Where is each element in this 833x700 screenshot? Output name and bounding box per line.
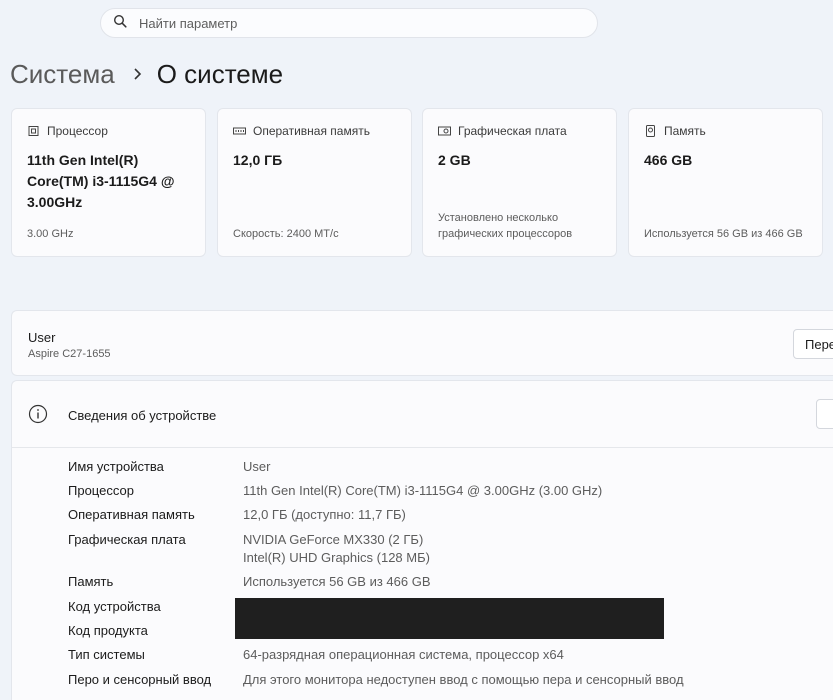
card-footer: Скорость: 2400 МТ/с: [233, 228, 339, 240]
spec-value: 12,0 ГБ (доступно: 11,7 ГБ): [243, 507, 406, 522]
spec-label: Код устройства: [68, 599, 161, 614]
spec-value: Используется 56 GB из 466 GB: [243, 574, 431, 589]
storage-icon: [644, 125, 657, 137]
card-title: Память: [664, 124, 706, 138]
card-value: 466 GB: [644, 152, 693, 168]
rename-button[interactable]: Переименовать: [793, 329, 833, 359]
spec-value: Intel(R) UHD Graphics (128 МБ): [243, 550, 430, 565]
processor-card: Процессор 11th Gen Intel(R) Core(TM) i3-…: [11, 108, 206, 257]
search-input[interactable]: Найти параметр: [100, 8, 598, 38]
card-title: Графическая плата: [458, 124, 567, 138]
card-value: 11th Gen Intel(R) Core(TM) i3-1115G4 @ 3…: [27, 152, 175, 210]
spec-label: Тип системы: [68, 647, 145, 662]
search-placeholder: Найти параметр: [139, 15, 238, 31]
memory-icon: [233, 125, 246, 137]
info-icon: [28, 404, 48, 424]
search-icon: [113, 14, 127, 33]
card-footer: 3.00 GHz: [27, 228, 74, 240]
spec-value: NVIDIA GeForce MX330 (2 ГБ): [243, 532, 424, 547]
device-specs-header[interactable]: Сведения об устройстве: [12, 381, 833, 448]
copy-button[interactable]: [816, 399, 833, 429]
storage-card: Память 466 GB Используется 56 GB из 466 …: [628, 108, 823, 257]
spec-label: Память: [68, 574, 114, 589]
spec-label: Графическая плата: [68, 532, 186, 547]
memory-card: Оперативная память 12,0 ГБ Скорость: 240…: [217, 108, 412, 257]
card-value: 2 GB: [438, 152, 471, 168]
device-model: Aspire C27-1655: [28, 348, 111, 360]
page-title: О системе: [156, 58, 284, 89]
device-name-panel: User Aspire C27-1655 Переименовать: [11, 310, 833, 376]
graphics-card-icon: [438, 125, 451, 137]
spec-value: 11th Gen Intel(R) Core(TM) i3-1115G4 @ 3…: [243, 483, 603, 498]
device-specs-title: Сведения об устройстве: [68, 408, 217, 423]
device-specs-panel: Сведения об устройстве Имя устройства Us…: [11, 380, 833, 700]
redacted-block: [235, 598, 664, 639]
device-name: User: [28, 330, 56, 345]
card-value: 12,0 ГБ: [233, 152, 283, 168]
breadcrumb-parent[interactable]: Система: [10, 59, 115, 90]
spec-label: Имя устройства: [68, 459, 164, 474]
card-title: Процессор: [47, 124, 108, 138]
spec-label: Код продукта: [68, 623, 148, 638]
spec-value: Для этого монитора недоступен ввод с пом…: [243, 672, 684, 687]
chevron-right-icon: [133, 67, 143, 81]
graphics-card: Графическая плата 2 GB Установлено неско…: [422, 108, 617, 257]
processor-icon: [27, 125, 40, 137]
card-footer: Установлено несколько графических процес…: [438, 212, 573, 240]
spec-value: User: [243, 459, 271, 474]
spec-label: Процессор: [68, 483, 134, 498]
spec-label: Оперативная память: [68, 507, 195, 522]
spec-value: 64-разрядная операционная система, проце…: [243, 647, 564, 662]
breadcrumb: Система О системе: [10, 56, 283, 92]
card-title: Оперативная память: [253, 124, 370, 138]
summary-cards: Процессор 11th Gen Intel(R) Core(TM) i3-…: [11, 108, 833, 257]
card-footer: Используется 56 GB из 466 GB: [644, 228, 803, 240]
spec-label: Перо и сенсорный ввод: [68, 672, 212, 687]
